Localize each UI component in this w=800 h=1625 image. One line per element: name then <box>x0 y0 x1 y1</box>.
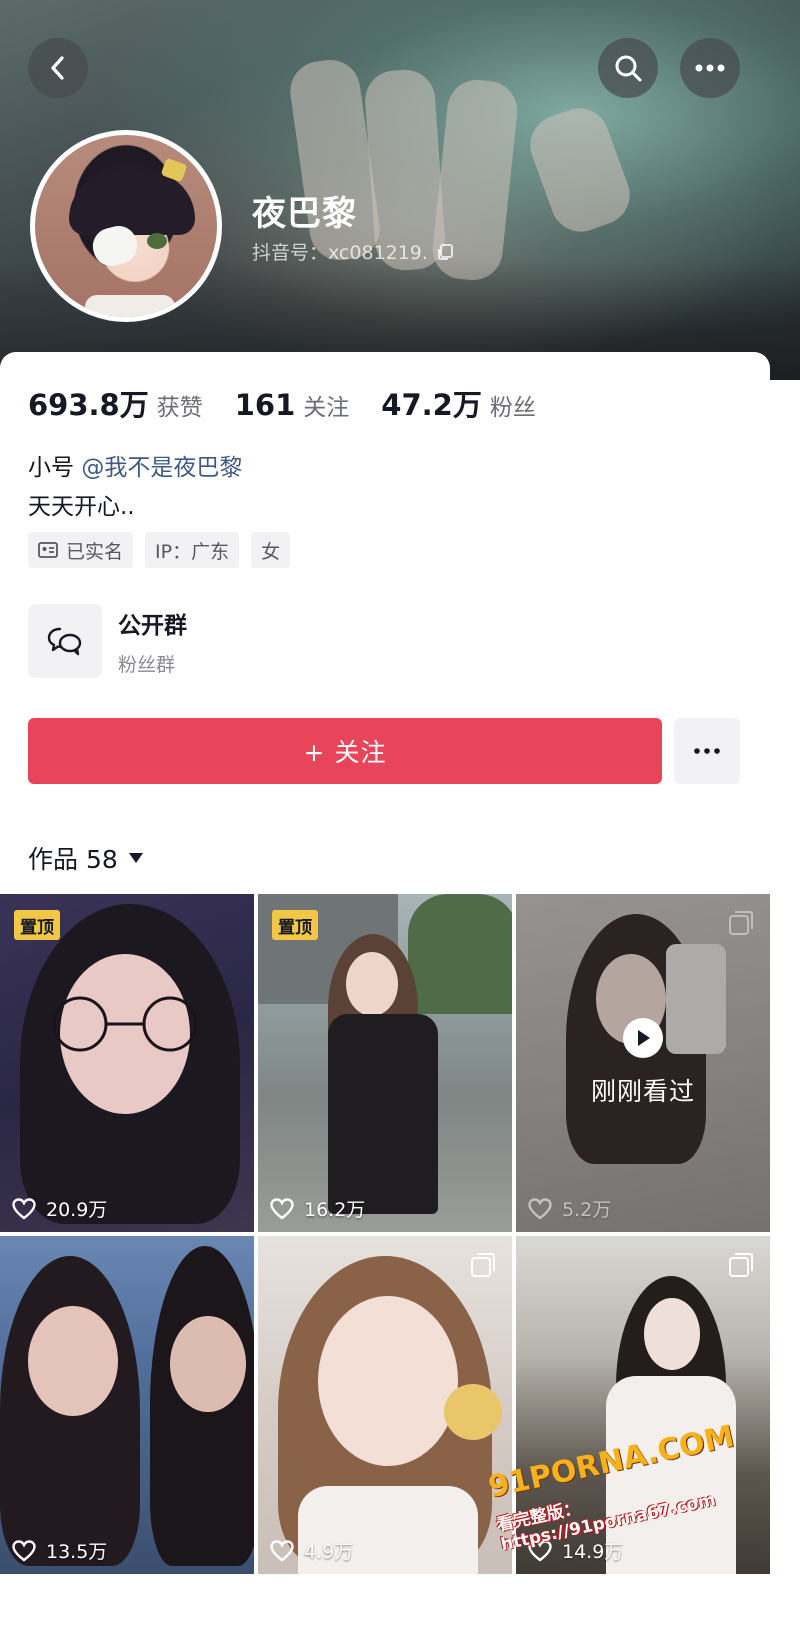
group-title: 公开群 <box>118 612 187 639</box>
back-button[interactable] <box>28 38 88 98</box>
video-likes-count: 13.5万 <box>46 1541 108 1563</box>
just-watched-label: 刚刚看过 <box>590 1077 695 1106</box>
multi-image-icon <box>471 1253 495 1277</box>
video-item[interactable]: 置顶 20.9万 <box>0 894 254 1232</box>
stat-following-value: 161 <box>234 388 296 422</box>
fan-group-entry[interactable]: 公开群 粉丝群 <box>28 604 187 678</box>
stat-following-label: 关注 <box>303 395 350 421</box>
video-item[interactable]: 刚刚看过 5.2万 <box>516 894 770 1232</box>
bio-mention-link[interactable]: @我不是夜巴黎 <box>81 455 242 481</box>
works-tab[interactable]: 作品 58 <box>28 840 144 876</box>
group-text: 公开群 粉丝群 <box>118 606 187 677</box>
video-likes: 16.2万 <box>270 1195 365 1222</box>
stat-followers-value: 47.2万 <box>381 388 482 422</box>
video-likes: 13.5万 <box>12 1537 107 1564</box>
bio-prefix: 小号 <box>28 455 74 481</box>
glasses-graphic <box>52 996 198 1052</box>
back-arrow-icon <box>51 56 64 80</box>
douyin-id-text: 抖音号：xc081219. <box>252 242 428 264</box>
play-icon <box>623 1018 663 1058</box>
works-tab-label: 作品 58 <box>28 845 118 874</box>
video-item[interactable]: 13.5万 <box>0 1236 254 1574</box>
video-likes-count: 5.2万 <box>562 1199 612 1221</box>
douyin-id[interactable]: 抖音号：xc081219. <box>252 238 454 265</box>
copy-icon[interactable] <box>436 243 454 261</box>
heart-icon <box>12 1539 36 1562</box>
video-likes-count: 4.9万 <box>304 1541 354 1563</box>
video-likes-count: 16.2万 <box>304 1199 366 1221</box>
heart-icon <box>270 1197 294 1220</box>
bio-line-2: 天天开心.. <box>28 494 135 520</box>
avatar[interactable] <box>30 130 222 322</box>
stat-likes[interactable]: 693.8万 获赞 <box>28 382 203 424</box>
video-likes: 5.2万 <box>528 1195 611 1222</box>
more-dots-icon <box>694 748 720 754</box>
pinned-badge: 置顶 <box>272 910 318 940</box>
pinned-badge: 置顶 <box>14 910 60 940</box>
group-subtitle: 粉丝群 <box>118 653 176 676</box>
video-item[interactable]: 4.9万 <box>258 1236 512 1574</box>
tag-verified: 已实名 <box>28 532 134 568</box>
heart-icon <box>12 1197 36 1220</box>
video-likes: 4.9万 <box>270 1537 353 1564</box>
bio-line-1: 小号 @我不是夜巴黎 <box>28 448 242 482</box>
more-actions-button[interactable] <box>674 718 740 784</box>
tag-ip: IP：广东 <box>145 532 240 568</box>
tag-gender-label: 女 <box>261 540 281 563</box>
video-likes: 20.9万 <box>12 1195 107 1222</box>
stat-following[interactable]: 161 关注 <box>235 388 350 422</box>
id-card-icon <box>38 542 58 558</box>
stat-followers-label: 粉丝 <box>489 395 536 421</box>
heart-icon <box>270 1539 294 1562</box>
search-icon <box>615 55 642 82</box>
stat-likes-value: 693.8万 <box>28 388 149 422</box>
profile-tags: 已实名 IP：广东 女 <box>28 532 291 568</box>
video-item[interactable]: 置顶 16.2万 <box>258 894 512 1232</box>
more-dots-icon <box>695 64 725 72</box>
tag-ip-label: IP：广东 <box>155 540 230 563</box>
follow-button[interactable]: + 关注 <box>28 718 662 784</box>
nickname: 夜巴黎 <box>252 194 357 234</box>
search-button[interactable] <box>598 38 658 98</box>
tag-gender: 女 <box>251 532 291 568</box>
profile-info-panel: 693.8万 获赞 161 关注 47.2万 粉丝 小号 @我不是夜巴黎 天天开… <box>0 352 770 912</box>
stats-row: 693.8万 获赞 161 关注 47.2万 粉丝 <box>28 382 536 424</box>
triangle-down-icon <box>128 853 143 863</box>
stat-followers[interactable]: 47.2万 粉丝 <box>381 382 536 424</box>
heart-icon <box>528 1197 552 1220</box>
multi-image-icon <box>729 1253 753 1277</box>
just-watched-overlay: 刚刚看过 <box>516 894 770 1232</box>
tag-verified-label: 已实名 <box>66 540 124 563</box>
group-icon-box <box>28 604 102 678</box>
stat-likes-label: 获赞 <box>156 395 203 421</box>
video-likes-count: 20.9万 <box>46 1199 108 1221</box>
chat-bubbles-icon <box>47 627 82 656</box>
more-button[interactable] <box>680 38 740 98</box>
